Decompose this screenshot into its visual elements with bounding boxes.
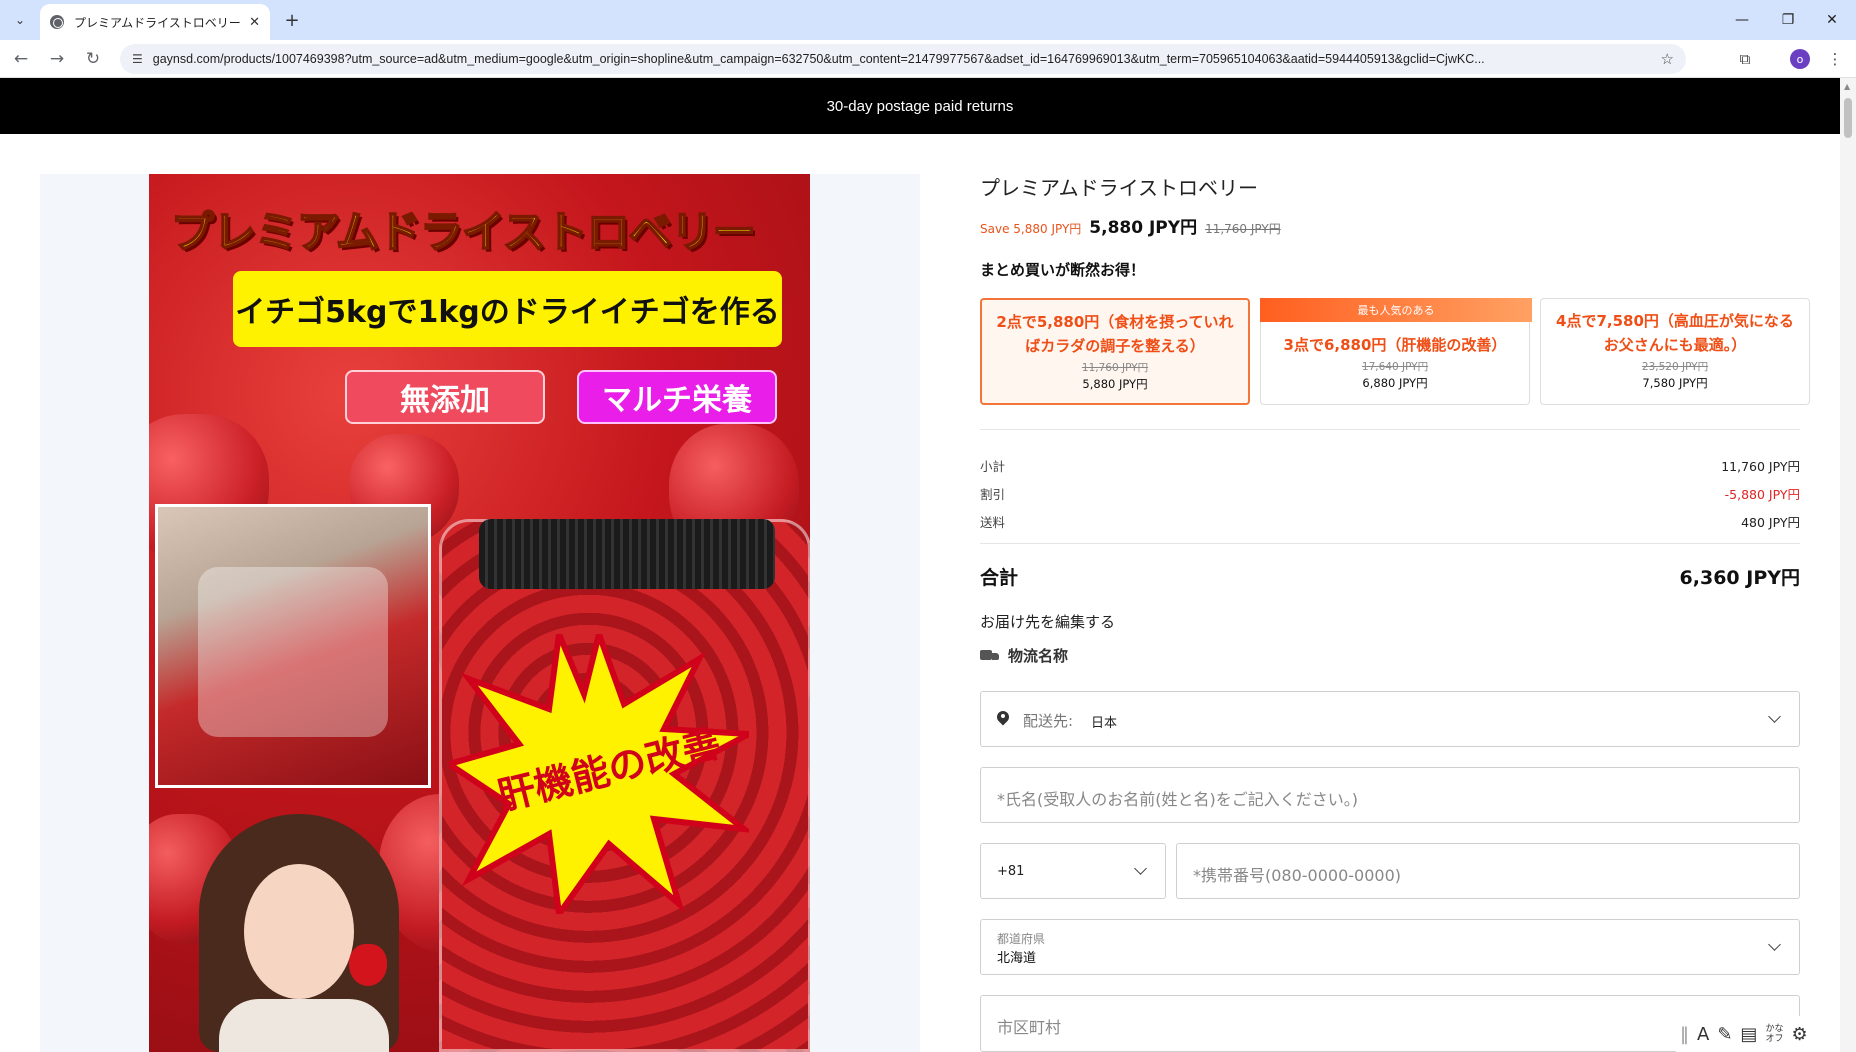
bulk-deal-heading: まとめ買いが断然お得！ [980,261,1146,279]
country-code-value: +81 [997,864,1025,879]
offer-compare-price: 17,640 JPY円 [1361,361,1429,373]
globe-icon [50,15,64,29]
most-popular-badge: 最も人気のある [1260,298,1532,322]
browser-tab-bar: ⌄ プレミアムドライストロベリー – gaynsd ✕ + — ❐ ✕ [0,0,1856,40]
tab-title: プレミアムドライストロベリー – gaynsd [74,15,244,30]
jar-lid [479,519,775,589]
offer-price: 6,880 JPY円 [1362,376,1428,390]
chevron-down-icon [1768,710,1781,723]
dried-strawberry-pack-photo [155,504,431,788]
new-tab-button[interactable]: + [280,8,304,32]
recipient-name-input[interactable]: *氏名(受取人のお名前(姓と名)をご記入ください。) [980,767,1800,823]
profile-avatar[interactable]: o [1790,49,1810,69]
prefecture-select[interactable]: 都道府県 北海道 [980,919,1800,975]
shipping-label: 送料 [980,515,1006,530]
subtotal-value: 11,760 JPY円 [1721,459,1800,474]
hero-title: プレミアムドライストロベリー [170,207,757,259]
destination-value: 日本 [1091,716,1118,731]
browser-toolbar: ← → ↻ ☰ gaynsd.com/products/1007469398?u… [0,40,1856,78]
offer-name: 3点で6,880円（肝機能の改善） [1283,336,1507,354]
edit-shipping-heading: お届け先を編集する [980,613,1116,631]
announcement-bar: 30-day postage paid returns [0,78,1840,134]
ime-grip-icon[interactable]: ‖ [1680,1024,1689,1045]
product-title: プレミアムドライストロベリー [980,176,1258,200]
destination-select[interactable]: 配送先: 日本 [980,691,1800,747]
carrier-row: 物流名称 [980,645,1068,666]
compare-price: 11,760 JPY円 [1205,222,1281,236]
truck-icon [980,649,1000,663]
discount-label: 割引 [980,487,1006,502]
phone-placeholder: *携帯番号(080-0000-0000) [1193,866,1402,885]
current-price: 5,880 JPY円 [1089,218,1198,238]
ime-settings-gear-icon[interactable]: ⚙ [1791,1024,1807,1045]
minimize-button[interactable]: — [1722,6,1762,34]
extensions-puzzle-icon[interactable]: ⧉ [1734,48,1756,70]
bundle-offer-2[interactable]: 2点で5,880円（食材を摂っていればカラダの調子を整える） 11,760 JP… [980,298,1250,405]
destination-label: 配送先: [1023,712,1074,730]
offer-compare-price: 11,760 JPY円 [1081,362,1149,374]
phone-input[interactable]: *携帯番号(080-0000-0000) [1176,843,1800,899]
offer-price: 7,580 JPY円 [1642,376,1708,390]
close-window-button[interactable]: ✕ [1812,6,1852,34]
total-label: 合計 [980,567,1019,589]
prefecture-label: 都道府県 [997,932,1046,946]
more-menu-icon[interactable]: ⋮ [1824,48,1846,70]
product-hero-image[interactable]: プレミアムドライストロベリー イチゴ5kgで1kgのドライイチゴを作る 無添加 … [149,174,810,1052]
bookmark-star-icon[interactable]: ☆ [1661,50,1674,68]
hero-subtitle: イチゴ5kgで1kgのドライイチゴを作る [233,271,782,347]
tab-close-icon[interactable]: ✕ [249,15,260,30]
back-arrow-icon[interactable]: ← [8,46,34,72]
page-scrollbar[interactable]: ▲ [1840,78,1856,1052]
offer-price: 5,880 JPY円 [1082,377,1148,391]
divider [980,543,1800,544]
divider [980,429,1800,430]
restore-button[interactable]: ❐ [1768,6,1808,34]
name-placeholder: *氏名(受取人のお名前(姓と名)をご記入ください。) [997,790,1358,809]
chevron-down-icon [1768,938,1781,951]
price-row: Save 5,880 JPY円 5,880 JPY円 11,760 JPY円 [980,213,1281,238]
offer-name: 4点で7,580円（高血圧が気になるお父さんにも最適。） [1556,312,1794,354]
url-text[interactable]: gaynsd.com/products/1007469398?utm_sourc… [153,52,1653,66]
ime-kana-toggle[interactable]: かな オフ [1765,1024,1783,1044]
offer-compare-price: 23,520 JPY円 [1641,361,1709,373]
model-photo [189,814,419,1052]
discount-value: -5,880 JPY円 [1724,487,1800,502]
prefecture-value: 北海道 [997,951,1037,966]
subtotal-label: 小計 [980,459,1006,474]
total-value: 6,360 JPY円 [1679,567,1800,589]
carrier-label: 物流名称 [1008,647,1069,665]
location-pin-icon [997,711,1009,727]
ime-tools-icon[interactable]: ✎ [1717,1024,1732,1045]
reload-icon[interactable]: ↻ [80,46,106,72]
multi-nutrition-badge: マルチ栄養 [577,370,777,424]
tab-search-chevron-icon[interactable]: ⌄ [8,8,32,32]
scrollbar-thumb[interactable] [1844,98,1852,138]
city-placeholder: 市区町村 [997,1018,1062,1037]
bundle-offer-4[interactable]: 4点で7,580円（高血圧が気になるお父さんにも最適。） 23,520 JPY円… [1540,298,1810,405]
scroll-up-icon[interactable]: ▲ [1844,82,1850,91]
browser-tab[interactable]: プレミアムドライストロベリー – gaynsd ✕ [40,4,270,40]
ime-dictionary-icon[interactable]: ▤ [1740,1024,1757,1045]
ime-toolbar: ‖ A ✎ ▤ かな オフ ⚙ [1676,1016,1840,1052]
shipping-value: 480 JPY円 [1741,515,1800,530]
additive-free-badge: 無添加 [345,370,545,424]
country-code-select[interactable]: +81 [980,843,1166,899]
site-settings-icon[interactable]: ☰ [132,52,143,66]
forward-arrow-icon[interactable]: → [44,46,70,72]
address-bar[interactable]: ☰ gaynsd.com/products/1007469398?utm_sou… [120,44,1686,74]
ime-mode-indicator[interactable]: A [1697,1024,1709,1045]
offer-name: 2点で5,880円（食材を摂っていればカラダの調子を整える） [996,313,1234,355]
bundle-offer-3[interactable]: 最も人気のある 3点で6,880円（肝機能の改善） 17,640 JPY円 6,… [1260,298,1532,405]
chevron-down-icon [1134,862,1147,875]
save-label: Save 5,880 JPY円 [980,222,1082,236]
